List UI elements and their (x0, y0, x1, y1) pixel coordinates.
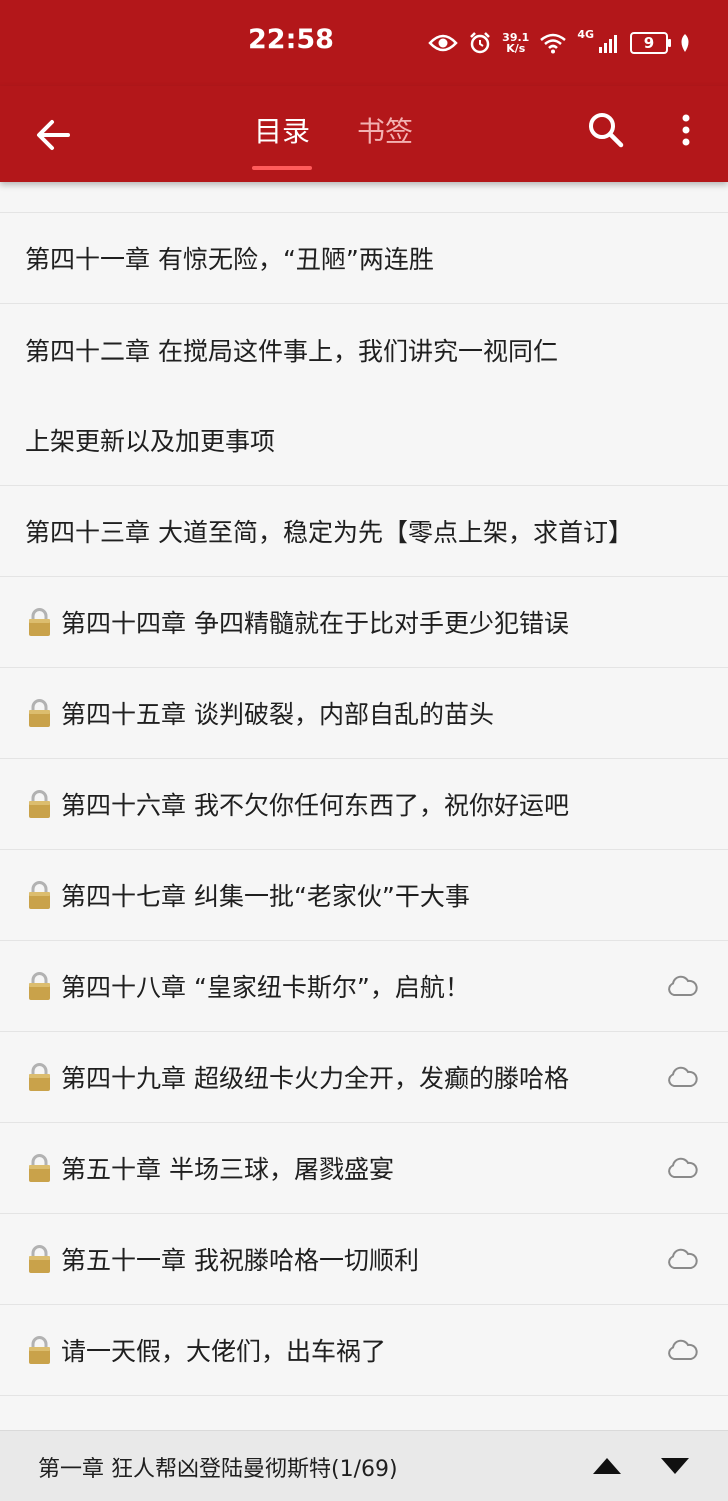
leaf-icon (681, 34, 689, 52)
cloud-download-icon[interactable] (666, 1066, 698, 1088)
lock-icon (29, 1245, 50, 1273)
chapter-title: 第四十四章 争四精髓就在于比对手更少犯错误 (61, 609, 569, 638)
chapter-item[interactable]: 第四十四章 争四精髓就在于比对手更少犯错误 (0, 577, 728, 668)
chapter-title: 请一天假，大佬们，出车祸了 (61, 1337, 387, 1366)
search-button[interactable] (586, 110, 626, 150)
status-bar: 22:58 39.1 K/s 4G 9 (0, 0, 728, 86)
cloud-download-icon[interactable] (666, 975, 698, 997)
network-speed-unit: K/s (506, 42, 526, 55)
lock-icon (29, 972, 50, 1000)
cloud-download-icon[interactable] (666, 1339, 698, 1361)
chapter-title: 第四十七章 纠集一批“老家伙”干大事 (61, 882, 470, 911)
chapter-title: 第五十一章 我祝滕哈格一切顺利 (61, 1246, 419, 1275)
chapter-item[interactable]: 第四十六章 我不欠你任何东西了，祝你好运吧 (0, 759, 728, 850)
chapter-item[interactable]: 请一天假，大佬们，出车祸了 (0, 1305, 728, 1396)
chapter-item[interactable]: 上架更新以及加更事项 (0, 395, 728, 486)
scroll-to-bottom-button[interactable] (658, 1455, 692, 1477)
chapter-item[interactable]: 第四十九章 超级纽卡火力全开，发癫的滕哈格 (0, 1032, 728, 1123)
status-time: 22:58 (248, 24, 334, 55)
lock-icon (29, 790, 50, 818)
triangle-down-icon (661, 1458, 689, 1474)
scroll-to-top-button[interactable] (590, 1455, 624, 1477)
chapter-title: 第四十三章 大道至简，稳定为先【零点上架，求首订】 (25, 518, 633, 547)
chapter-item[interactable]: 第四十八章 “皇家纽卡斯尔”，启航！ (0, 941, 728, 1032)
battery-indicator: 9 (630, 32, 671, 54)
lock-icon (29, 881, 50, 909)
alarm-icon (470, 32, 491, 54)
more-vert-icon (682, 114, 690, 146)
app-bar: 目录 书签 (0, 86, 728, 182)
chapter-title: 第四十二章 在搅局这件事上，我们讲究一视同仁 (25, 336, 558, 366)
cloud-download-icon[interactable] (666, 1248, 698, 1270)
tab-bookmark[interactable]: 书签 (357, 110, 413, 150)
lock-icon (29, 1063, 50, 1091)
triangle-up-icon (593, 1458, 621, 1474)
chapter-title: 第四十六章 我不欠你任何东西了，祝你好运吧 (61, 791, 569, 820)
lock-icon (29, 608, 50, 636)
chapter-title: 第四十八章 “皇家纽卡斯尔”，启航！ (61, 973, 470, 1002)
network-type: 4G (577, 28, 594, 41)
chapter-item[interactable]: 第四十七章 纠集一批“老家伙”干大事 (0, 850, 728, 941)
active-tab-indicator (252, 166, 312, 170)
chapter-item[interactable]: 第四十五章 谈判破裂，内部自乱的苗头 (0, 668, 728, 759)
search-icon (589, 113, 624, 148)
chapter-list: 第四十一章 有惊无险，“丑陋”两连胜第四十二章 在搅局这件事上，我们讲究一视同仁… (0, 212, 728, 1396)
chapter-item[interactable]: 第四十二章 在搅局这件事上，我们讲究一视同仁 (0, 304, 728, 395)
chapter-title: 第四十五章 谈判破裂，内部自乱的苗头 (61, 700, 494, 729)
current-chapter-label[interactable]: 第一章 狂人帮凶登陆曼彻斯特(1/69) (38, 1451, 398, 1483)
tab-catalog[interactable]: 目录 (254, 110, 310, 150)
network-speed: 39.1 K/s (502, 32, 529, 54)
chapter-title: 第四十九章 超级纽卡火力全开，发癫的滕哈格 (61, 1064, 569, 1093)
lock-icon (29, 1336, 50, 1364)
status-icons: 39.1 K/s 4G 9 (428, 28, 692, 58)
back-button[interactable] (30, 112, 76, 158)
chapter-title: 第四十一章 有惊无险，“丑陋”两连胜 (25, 245, 434, 274)
cloud-download-icon[interactable] (666, 1157, 698, 1179)
signal-icon (599, 35, 617, 53)
chapter-item[interactable]: 第四十一章 有惊无险，“丑陋”两连胜 (0, 213, 728, 304)
chapter-title: 第五十章 半场三球，屠戮盛宴 (61, 1155, 394, 1184)
chapter-title: 上架更新以及加更事项 (25, 427, 276, 456)
more-options-button[interactable] (674, 110, 698, 150)
bottom-bar: 第一章 狂人帮凶登陆曼彻斯特(1/69) (0, 1430, 728, 1501)
chapter-item[interactable]: 第五十一章 我祝滕哈格一切顺利 (0, 1214, 728, 1305)
back-arrow-icon (37, 120, 70, 150)
lock-icon (29, 699, 50, 727)
eye-icon (428, 34, 458, 52)
lock-icon (29, 1154, 50, 1182)
chapter-item[interactable]: 第四十三章 大道至简，稳定为先【零点上架，求首订】 (0, 486, 728, 577)
chapter-item[interactable]: 第五十章 半场三球，屠戮盛宴 (0, 1123, 728, 1214)
wifi-icon (540, 33, 567, 54)
